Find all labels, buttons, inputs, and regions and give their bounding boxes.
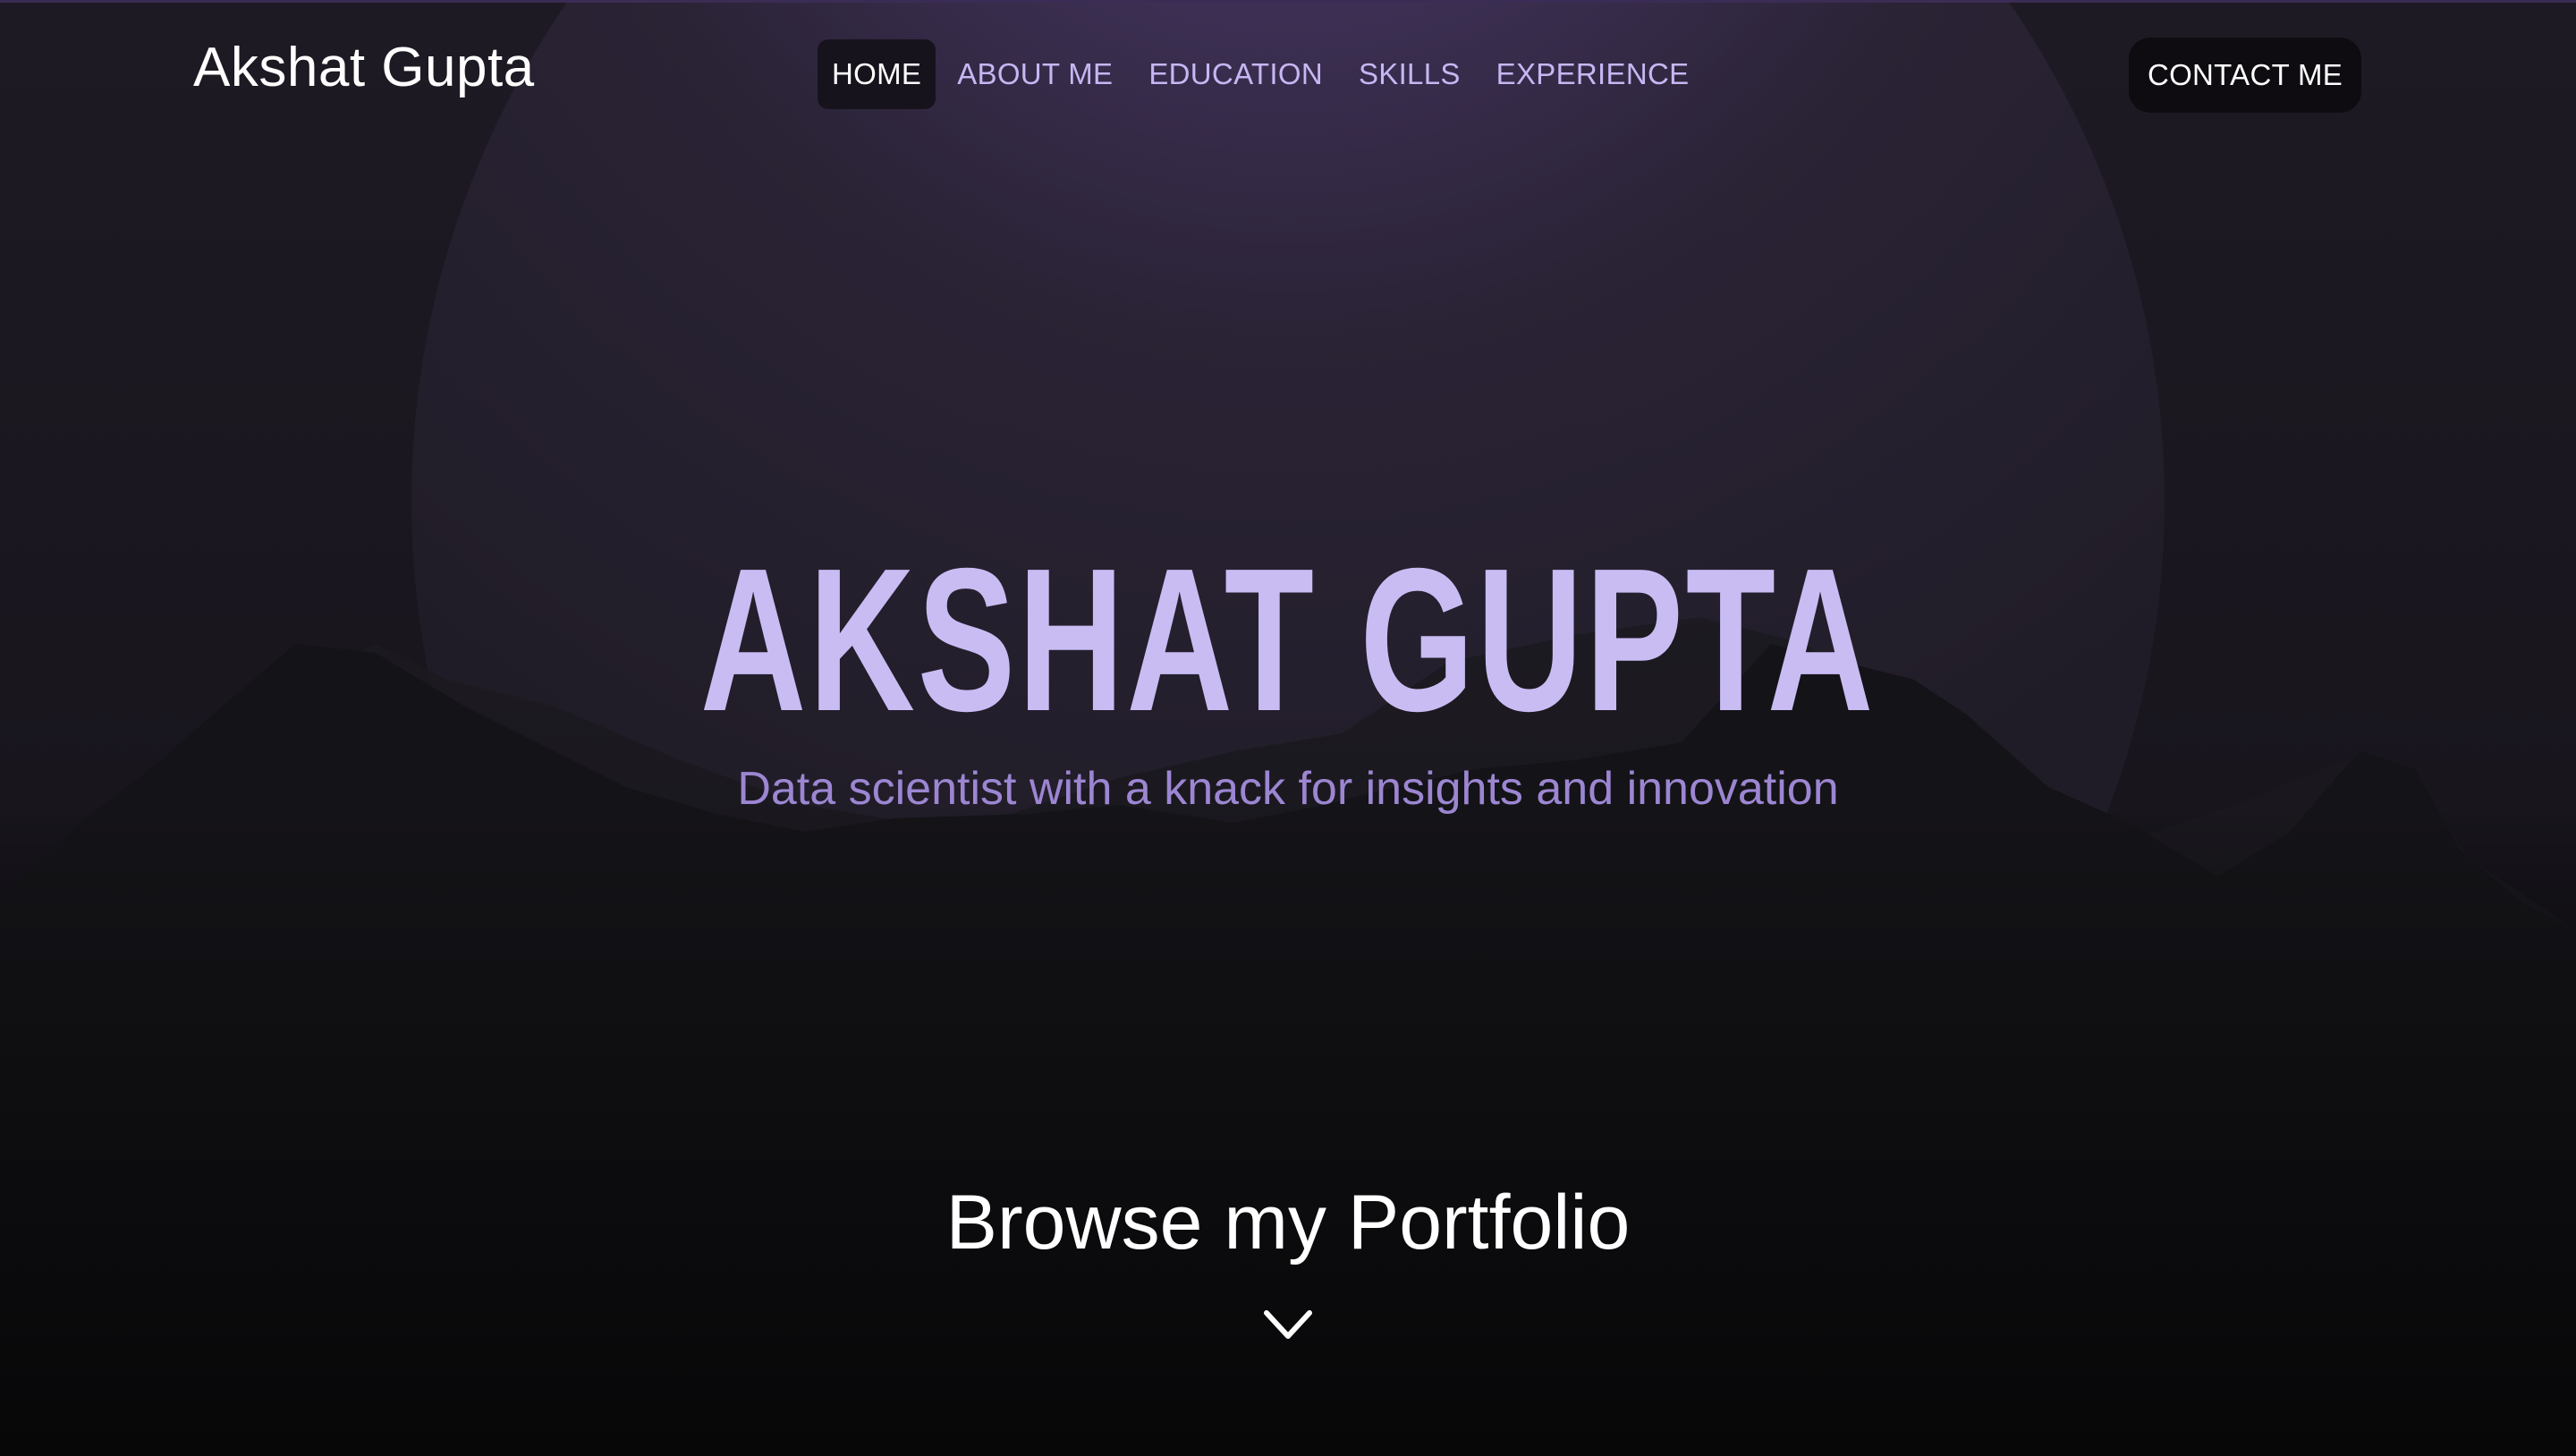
nav-item-skills[interactable]: SKILLS bbox=[1344, 39, 1475, 109]
hero-title: AKSHAT GUPTA bbox=[699, 527, 1877, 754]
nav-item-experience[interactable]: EXPERIENCE bbox=[1482, 39, 1704, 109]
top-border bbox=[0, 0, 2576, 3]
brand-logo[interactable]: Akshat Gupta bbox=[193, 36, 535, 99]
nav-item-home[interactable]: HOME bbox=[818, 39, 936, 109]
contact-me-button[interactable]: CONTACT ME bbox=[2129, 38, 2361, 113]
chevron-down-icon[interactable] bbox=[1263, 1308, 1313, 1343]
browse-portfolio-heading: Browse my Portfolio bbox=[945, 1180, 1631, 1266]
nav-item-about-me[interactable]: ABOUT ME bbox=[943, 39, 1127, 109]
nav-item-education[interactable]: EDUCATION bbox=[1134, 39, 1337, 109]
page: Akshat Gupta HOME ABOUT ME EDUCATION SKI… bbox=[0, 0, 2576, 1456]
hero-subtitle: Data scientist with a knack for insights… bbox=[737, 763, 1839, 815]
main-nav: HOME ABOUT ME EDUCATION SKILLS EXPERIENC… bbox=[818, 39, 1703, 109]
